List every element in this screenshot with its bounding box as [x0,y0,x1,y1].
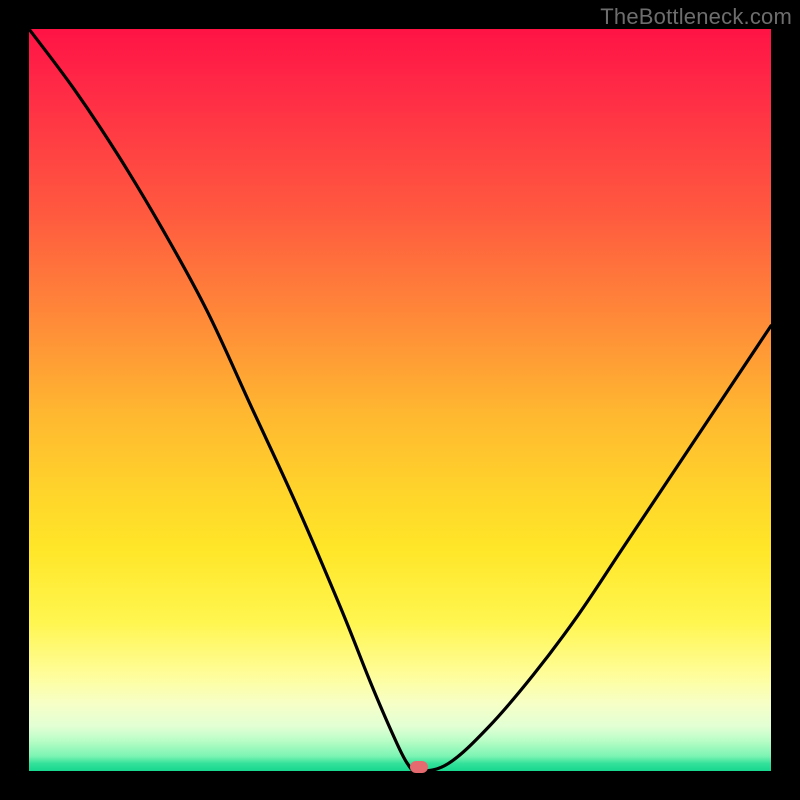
chart-frame: TheBottleneck.com [0,0,800,800]
bottleneck-curve [29,29,771,771]
watermark-text: TheBottleneck.com [600,4,792,30]
plot-area [29,29,771,771]
optimum-marker [410,761,428,773]
